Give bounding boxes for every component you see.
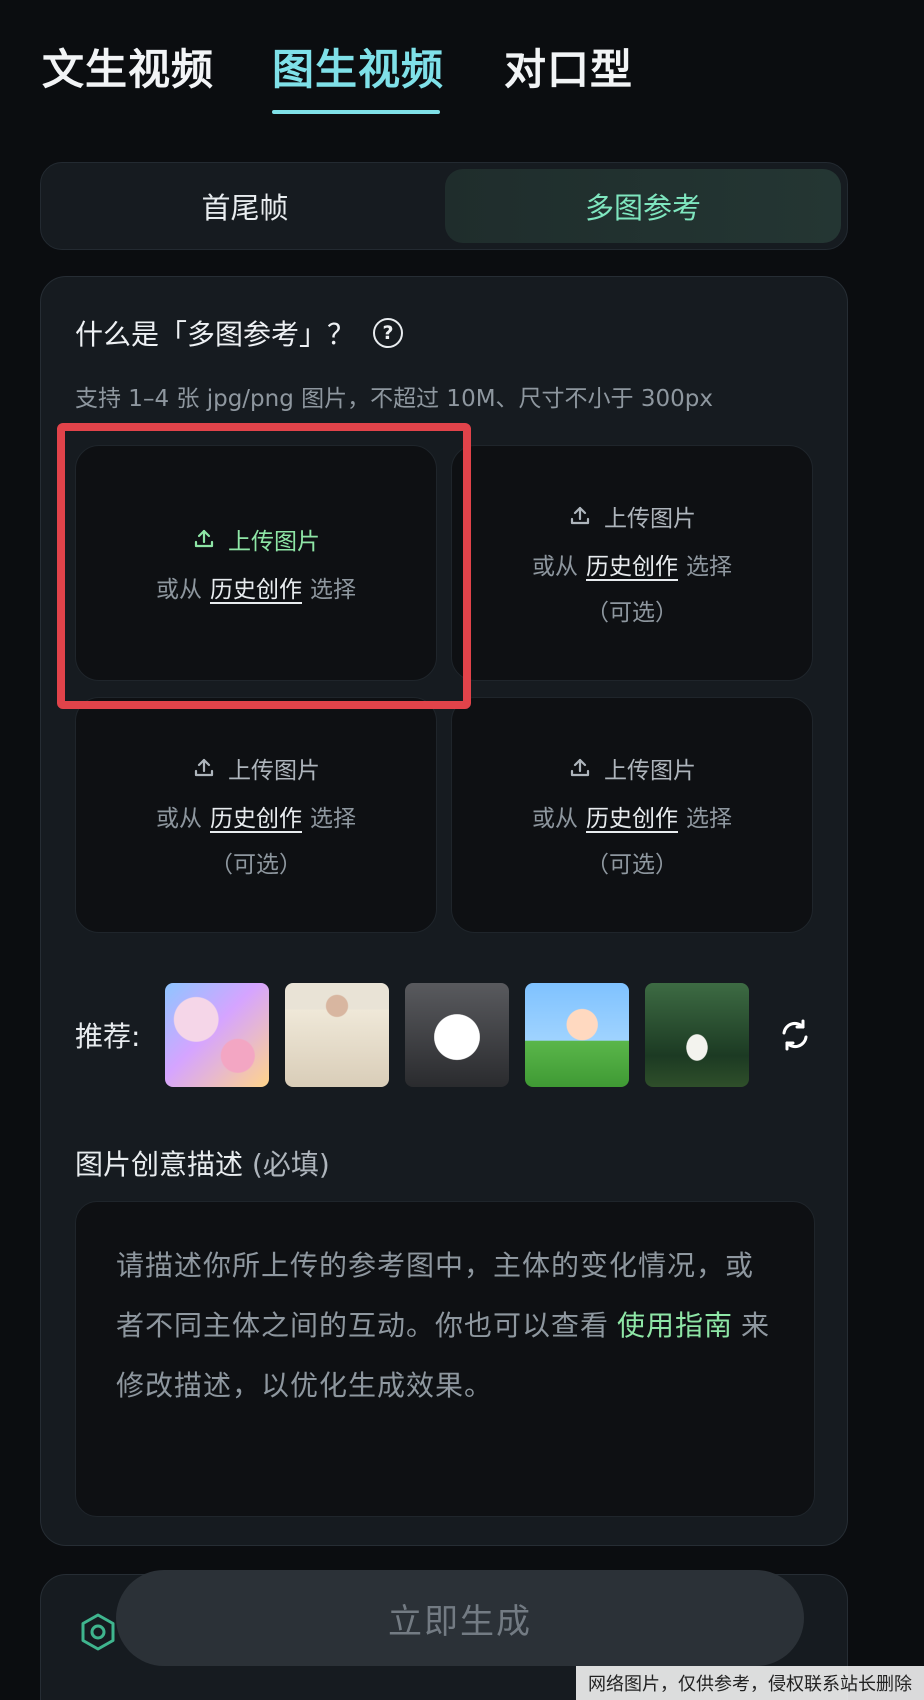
- active-tab-indicator: [272, 110, 440, 114]
- upload-button[interactable]: 上传图片: [192, 751, 320, 785]
- toy-character-image[interactable]: [525, 983, 629, 1087]
- hexagon-icon: [78, 1612, 118, 1652]
- upload-icon: [568, 756, 592, 780]
- history-select-text: 或从 历史创作 选择: [156, 799, 356, 833]
- upload-slot-4[interactable]: 上传图片 或从 历史创作 选择 （可选）: [451, 697, 813, 933]
- history-suffix: 选择: [310, 806, 356, 832]
- forest-woman-image[interactable]: [645, 983, 749, 1087]
- upload-requirements: 支持 1–4 张 jpg/png 图片，不超过 10M、尺寸不小于 300px: [75, 386, 713, 412]
- woman-image[interactable]: [285, 983, 389, 1087]
- history-prefix: 或从: [532, 806, 578, 832]
- top-tab-bar: 文生视频 图生视频 对口型: [42, 36, 742, 116]
- description-label-text: 图片创意描述: [75, 1148, 244, 1181]
- description-textarea[interactable]: 请描述你所上传的参考图中，主体的变化情况，或者不同主体之间的互动。你也可以查看使…: [75, 1201, 815, 1517]
- history-link[interactable]: 历史创作: [210, 806, 302, 832]
- history-link[interactable]: 历史创作: [586, 806, 678, 832]
- cat-image[interactable]: [165, 983, 269, 1087]
- upload-label: 上传图片: [228, 758, 320, 784]
- tab-text-to-video[interactable]: 文生视频: [42, 36, 214, 97]
- upload-slot-3[interactable]: 上传图片 或从 历史创作 选择 （可选）: [75, 697, 437, 933]
- upload-slot-2[interactable]: 上传图片 或从 历史创作 选择 （可选）: [451, 445, 813, 681]
- upload-label: 上传图片: [604, 758, 696, 784]
- upload-icon: [192, 756, 216, 780]
- generate-button[interactable]: 立即生成: [116, 1570, 804, 1666]
- history-prefix: 或从: [532, 554, 578, 580]
- tab-lip-sync[interactable]: 对口型: [504, 36, 633, 97]
- optional-label: （可选）: [210, 852, 302, 878]
- card-title: 什么是「多图参考」？ ?: [75, 313, 404, 353]
- required-marker: (必填): [251, 1148, 330, 1181]
- multi-image-card: 什么是「多图参考」？ ? 支持 1–4 张 jpg/png 图片，不超过 10M…: [40, 276, 848, 1546]
- segment-multi-image-reference[interactable]: 多图参考: [445, 169, 841, 243]
- history-select-text: 或从 历史创作 选择: [532, 547, 732, 581]
- upload-label: 上传图片: [604, 506, 696, 532]
- tab-image-to-video[interactable]: 图生视频: [272, 36, 444, 97]
- segment-first-last-frame[interactable]: 首尾帧: [47, 169, 443, 243]
- optional-label: （可选）: [586, 600, 678, 626]
- card-title-text: 什么是「多图参考」？: [75, 318, 356, 351]
- history-select-text: 或从 历史创作 选择: [532, 799, 732, 833]
- mode-segmented-control: 首尾帧 多图参考: [40, 162, 848, 250]
- recommend-row: 推荐:: [75, 983, 815, 1087]
- puppy-image[interactable]: [405, 983, 509, 1087]
- history-suffix: 选择: [686, 806, 732, 832]
- history-prefix: 或从: [156, 806, 202, 832]
- watermark: 网络图片，仅供参考，侵权联系站长删除: [576, 1666, 924, 1700]
- usage-guide-link[interactable]: 使用指南: [617, 1309, 733, 1342]
- description-label: 图片创意描述 (必填): [75, 1143, 330, 1183]
- history-suffix: 选择: [686, 554, 732, 580]
- history-link[interactable]: 历史创作: [586, 554, 678, 580]
- upload-button[interactable]: 上传图片: [568, 499, 696, 533]
- refresh-icon[interactable]: [777, 1017, 813, 1053]
- upload-icon: [568, 504, 592, 528]
- optional-label: （可选）: [586, 852, 678, 878]
- help-icon[interactable]: ?: [373, 318, 404, 348]
- red-highlight-box: [57, 423, 471, 709]
- recommend-label: 推荐:: [75, 1020, 141, 1053]
- upload-button[interactable]: 上传图片: [568, 751, 696, 785]
